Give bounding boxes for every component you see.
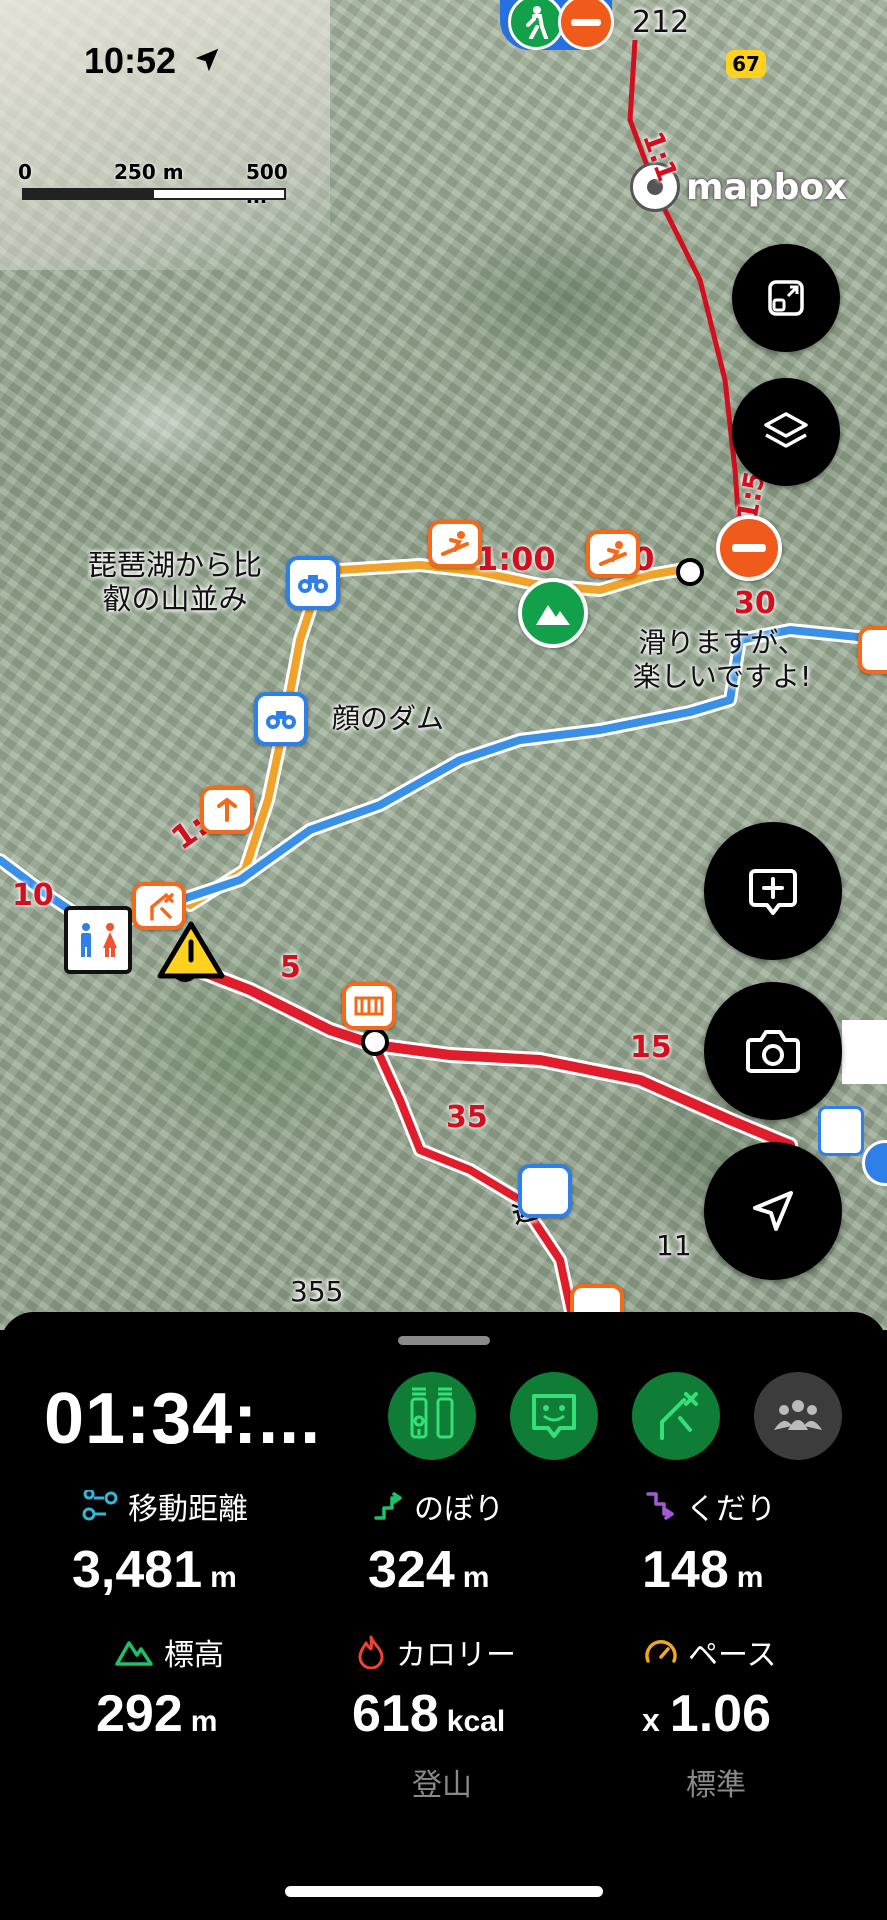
trail-fork-icon bbox=[660, 1392, 698, 1440]
stat-ascent-label: のぼり bbox=[372, 1484, 504, 1528]
stat-pace-value: x 1.06 bbox=[642, 1685, 772, 1743]
viewpoint-icon[interactable] bbox=[286, 556, 340, 610]
add-comment-icon bbox=[749, 869, 797, 915]
stat-ascent-value: 324 m bbox=[368, 1541, 490, 1599]
time-label: 1:00 bbox=[476, 540, 556, 578]
mountain-peak-icon[interactable] bbox=[518, 578, 588, 648]
face-icon bbox=[532, 1394, 576, 1438]
stat-distance-value: 3,481 m bbox=[72, 1541, 237, 1599]
route-progress-icon bbox=[410, 1387, 454, 1439]
hiker-icon bbox=[508, 0, 564, 50]
toilet-icon[interactable] bbox=[818, 1106, 864, 1156]
start-pin[interactable] bbox=[500, 0, 614, 50]
scale-label-250: 250 m bbox=[114, 160, 184, 184]
group-icon bbox=[774, 1400, 822, 1430]
label-rock: 355 bbox=[290, 1275, 344, 1308]
caution-icon[interactable] bbox=[200, 786, 254, 834]
home-indicator[interactable] bbox=[285, 1886, 603, 1897]
stat-calorie-value: 618 kcal bbox=[352, 1685, 506, 1743]
stat-elevation-value: 292 m bbox=[96, 1685, 218, 1743]
stat-pace-sub: 標準 bbox=[686, 1769, 746, 1802]
expand-button[interactable] bbox=[732, 244, 840, 352]
label-landslide: 11 bbox=[656, 1229, 692, 1262]
slide-icon[interactable] bbox=[858, 626, 887, 674]
scale-bar: 0 250 m 500 m bbox=[18, 160, 288, 208]
locate-button[interactable] bbox=[704, 1142, 842, 1280]
expand-icon bbox=[768, 280, 804, 316]
route-button[interactable] bbox=[632, 1372, 720, 1460]
stat-descent-label: くだり bbox=[644, 1484, 776, 1528]
gate-icon[interactable] bbox=[342, 982, 396, 1030]
time-label: 35 bbox=[446, 1100, 488, 1135]
drag-handle[interactable] bbox=[398, 1336, 490, 1345]
map-view[interactable]: 212 67 10:52 0 250 m 500 m mapbox 琵琶湖から比… bbox=[0, 0, 887, 1330]
warning-icon[interactable] bbox=[156, 920, 226, 984]
elapsed-time: 01:34:... bbox=[44, 1379, 322, 1459]
scale-label-500: 500 m bbox=[246, 160, 288, 208]
viewpoint-icon[interactable] bbox=[518, 1164, 572, 1218]
location-arrow-icon bbox=[195, 48, 219, 72]
stat-distance-label: 移動距離 bbox=[82, 1484, 248, 1528]
status-time: 10:52 bbox=[84, 40, 222, 82]
slide-icon[interactable] bbox=[428, 520, 482, 568]
label-notice-top: 212 bbox=[632, 5, 690, 40]
stat-descent-value: 148 m bbox=[642, 1541, 764, 1599]
scale-label-0: 0 bbox=[18, 160, 32, 184]
distance-icon bbox=[82, 1490, 118, 1521]
slide-icon[interactable] bbox=[586, 530, 640, 578]
ascent-icon bbox=[374, 1492, 402, 1520]
flame-icon bbox=[358, 1635, 384, 1669]
stat-calorie-label: カロリー bbox=[356, 1630, 516, 1674]
emoji-button[interactable] bbox=[510, 1372, 598, 1460]
descent-icon bbox=[646, 1492, 674, 1520]
add-memo-button[interactable] bbox=[704, 822, 842, 960]
toilet-icon[interactable] bbox=[64, 906, 132, 974]
stat-pace-label: ペース bbox=[644, 1630, 777, 1674]
layers-icon bbox=[764, 412, 808, 448]
time-label: 10 bbox=[12, 878, 54, 913]
layers-button[interactable] bbox=[732, 378, 840, 486]
stat-elevation-label: 標高 bbox=[114, 1630, 224, 1674]
activity-panel[interactable]: 01:34:... 移動距離 のぼり くだり 3,481 m 324 m 148… bbox=[0, 1312, 887, 1920]
camera-icon bbox=[746, 1030, 800, 1073]
progress-button[interactable] bbox=[388, 1372, 476, 1460]
navigation-arrow-icon bbox=[753, 1191, 793, 1231]
gauge-icon bbox=[645, 1640, 677, 1663]
road-badge: 67 bbox=[726, 50, 766, 78]
label-biwako: 琵琶湖から比 叡の山並み bbox=[87, 548, 262, 616]
label-partial bbox=[842, 1020, 887, 1084]
label-dam: 顔のダム bbox=[332, 702, 445, 735]
elevation-icon bbox=[115, 1641, 153, 1666]
camera-button[interactable] bbox=[704, 982, 842, 1120]
stat-calorie-sub: 登山 bbox=[412, 1769, 472, 1802]
group-button[interactable] bbox=[754, 1372, 842, 1460]
label-slide: 滑りますが、 楽しいですよ! bbox=[632, 626, 812, 693]
time-label: 15 bbox=[630, 1030, 672, 1065]
time-label: 30 bbox=[734, 586, 776, 621]
viewpoint-icon[interactable] bbox=[254, 692, 308, 746]
no-entry-icon[interactable] bbox=[716, 515, 782, 581]
time-label: 5 bbox=[280, 950, 301, 985]
